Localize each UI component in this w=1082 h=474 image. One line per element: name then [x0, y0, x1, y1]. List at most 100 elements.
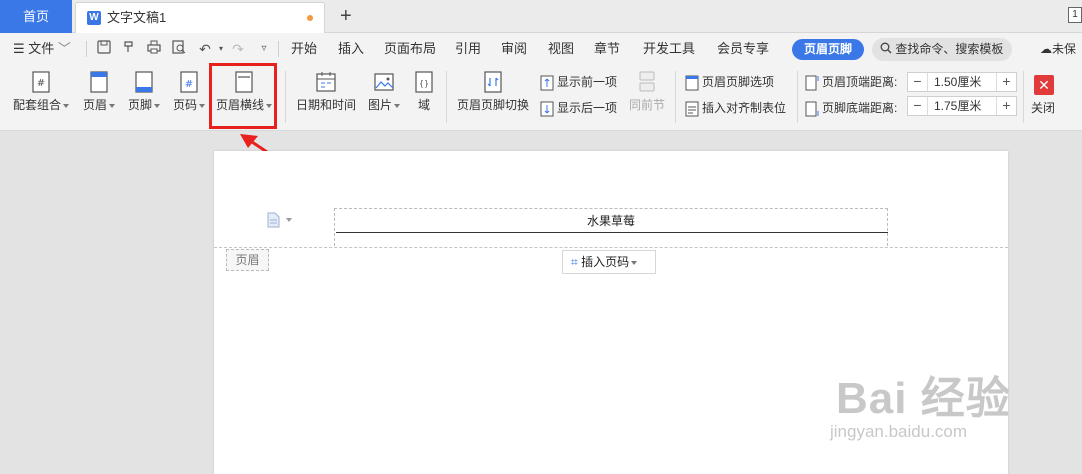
ribbon-divider	[1023, 71, 1024, 123]
document-icon	[267, 212, 292, 228]
format-painter-icon[interactable]	[120, 40, 138, 58]
close-icon: ✕	[1038, 77, 1050, 93]
save-icon[interactable]	[95, 40, 113, 58]
writer-icon: W	[87, 11, 101, 25]
menu-member[interactable]: 会员专享	[717, 33, 769, 65]
menu-section[interactable]: 章节	[594, 33, 620, 65]
caret-down-icon	[631, 260, 638, 265]
close-header-footer-label[interactable]: 关闭	[1031, 98, 1055, 118]
document-page[interactable]: 水果草莓 页眉 ⌗ 插入页码	[214, 151, 1008, 474]
document-options-button[interactable]	[266, 211, 296, 229]
page-number-hash-icon: ⌗	[571, 255, 582, 269]
show-previous-button[interactable]: 显示前一项	[540, 72, 617, 92]
menu-developer[interactable]: 开发工具	[643, 33, 695, 65]
show-previous-label: 显示前一项	[557, 75, 618, 89]
ribbon-divider	[675, 71, 676, 123]
header-top-distance-value[interactable]: 1.50厘米	[934, 73, 981, 91]
footer-bottom-distance-text: 页脚底端距离:	[822, 101, 898, 115]
caret-down-icon	[199, 103, 205, 108]
page-number-button[interactable]: # 页码	[170, 71, 208, 123]
command-search-placeholder: 查找命令、搜索模板	[895, 42, 1004, 56]
menu-references[interactable]: 引用	[455, 33, 481, 65]
date-time-label: 日期和时间	[295, 98, 356, 112]
cloud-save-status[interactable]: ☁未保	[1040, 33, 1076, 65]
picture-button[interactable]: 图片	[365, 71, 403, 123]
switch-header-footer-label: 页眉页脚切换	[456, 98, 529, 112]
print-preview-icon[interactable]	[170, 40, 188, 58]
same-as-previous-button[interactable]: 同前节	[628, 71, 666, 123]
unsaved-dot-icon	[307, 15, 313, 21]
header-footer-options-button[interactable]: 页眉页脚选项	[685, 72, 774, 92]
tab-document[interactable]: W 文字文稿1	[75, 2, 325, 33]
file-menu[interactable]: ☰ 文件 ﹀	[13, 33, 71, 65]
insert-tab-stop-label: 插入对齐制表位	[702, 101, 787, 115]
increase-button[interactable]: +	[996, 73, 1016, 91]
insert-page-number-button[interactable]: ⌗ 插入页码	[562, 250, 656, 274]
menu-header-footer[interactable]: 页眉页脚	[792, 39, 864, 60]
header-text[interactable]: 水果草莓	[335, 209, 887, 233]
footer-bottom-distance-stepper[interactable]: − 1.75厘米 +	[907, 96, 1017, 116]
cloud-save-label: 未保	[1052, 42, 1077, 56]
switch-icon	[484, 71, 502, 93]
footer-bottom-distance-value[interactable]: 1.75厘米	[934, 97, 981, 115]
close-header-footer-button[interactable]: ✕	[1034, 75, 1054, 95]
date-time-button[interactable]: 日期和时间	[294, 71, 358, 123]
decrease-button[interactable]: −	[908, 97, 928, 115]
page-number-label: 页码	[172, 98, 197, 112]
undo-dropdown-icon[interactable]: ▾	[212, 40, 230, 58]
header-label: 页眉	[82, 98, 107, 112]
show-next-button[interactable]: 显示后一项	[540, 98, 617, 118]
chevron-down-icon: ﹀	[54, 41, 71, 56]
header-button[interactable]: 页眉	[80, 71, 118, 123]
svg-text:{}: {}	[419, 79, 429, 88]
header-footer-options-label: 页眉页脚选项	[702, 75, 775, 89]
picture-icon	[374, 73, 394, 91]
show-next-icon	[540, 101, 554, 117]
field-icon: {}	[415, 71, 433, 93]
footer-button[interactable]: 页脚	[125, 71, 163, 123]
print-icon[interactable]	[145, 40, 163, 58]
caret-down-icon	[109, 103, 115, 108]
new-tab-button[interactable]: +	[340, 4, 352, 28]
increase-button[interactable]: +	[996, 97, 1016, 115]
combo-label: 配套组合	[12, 98, 61, 112]
menu-view[interactable]: 视图	[548, 33, 574, 65]
ribbon-divider	[797, 71, 798, 123]
header-top-distance-stepper[interactable]: − 1.50厘米 +	[907, 72, 1017, 92]
menu-start[interactable]: 开始	[291, 33, 317, 65]
tab-home[interactable]: 首页	[0, 0, 72, 33]
header-rule-line	[336, 232, 888, 233]
tab-document-label: 文字文稿1	[107, 10, 167, 25]
calendar-icon	[316, 72, 336, 92]
footer-distance-icon	[805, 101, 819, 117]
menu-page-layout[interactable]: 页面布局	[384, 33, 436, 65]
caret-down-icon	[63, 103, 69, 108]
svg-text:#: #	[185, 79, 193, 90]
decrease-button[interactable]: −	[908, 73, 928, 91]
ribbon-divider	[446, 71, 447, 123]
header-edit-area[interactable]: 水果草莓	[334, 208, 888, 246]
combo-button[interactable]: # 配套组合	[12, 71, 70, 123]
show-previous-icon	[540, 75, 554, 91]
file-menu-label: 文件	[28, 41, 55, 56]
menu-bar: ☰ 文件 ﹀ ↶ ▾ ↷ ▿ 开始 插入 页面布局 引用 审阅 视图 章节 开发…	[0, 33, 1082, 65]
switch-header-footer-button[interactable]: 页眉页脚切换	[455, 71, 531, 123]
menu-divider	[278, 41, 279, 57]
same-as-previous-label: 同前节	[628, 98, 665, 112]
redo-icon[interactable]: ↷	[229, 40, 247, 58]
field-label: 域	[417, 98, 430, 112]
ribbon: # 配套组合 页眉 页脚 # 页码 页眉横线 日期和时间 图片 {} 域 页眉页…	[0, 65, 1082, 131]
highlight-annotation-box	[209, 63, 277, 129]
caret-down-icon	[154, 103, 160, 108]
svg-text:#: #	[37, 78, 45, 89]
menu-review[interactable]: 审阅	[501, 33, 527, 65]
caret-down-icon	[394, 103, 400, 108]
insert-tab-stop-button[interactable]: 插入对齐制表位	[685, 98, 786, 118]
window-count-badge[interactable]: 1	[1068, 7, 1082, 23]
ribbon-divider	[285, 71, 286, 123]
command-search[interactable]: 查找命令、搜索模板	[872, 38, 1012, 61]
menu-divider	[86, 41, 87, 57]
field-button[interactable]: {} 域	[410, 71, 438, 123]
customize-toolbar-icon[interactable]: ▿	[255, 40, 273, 58]
menu-insert[interactable]: 插入	[338, 33, 364, 65]
